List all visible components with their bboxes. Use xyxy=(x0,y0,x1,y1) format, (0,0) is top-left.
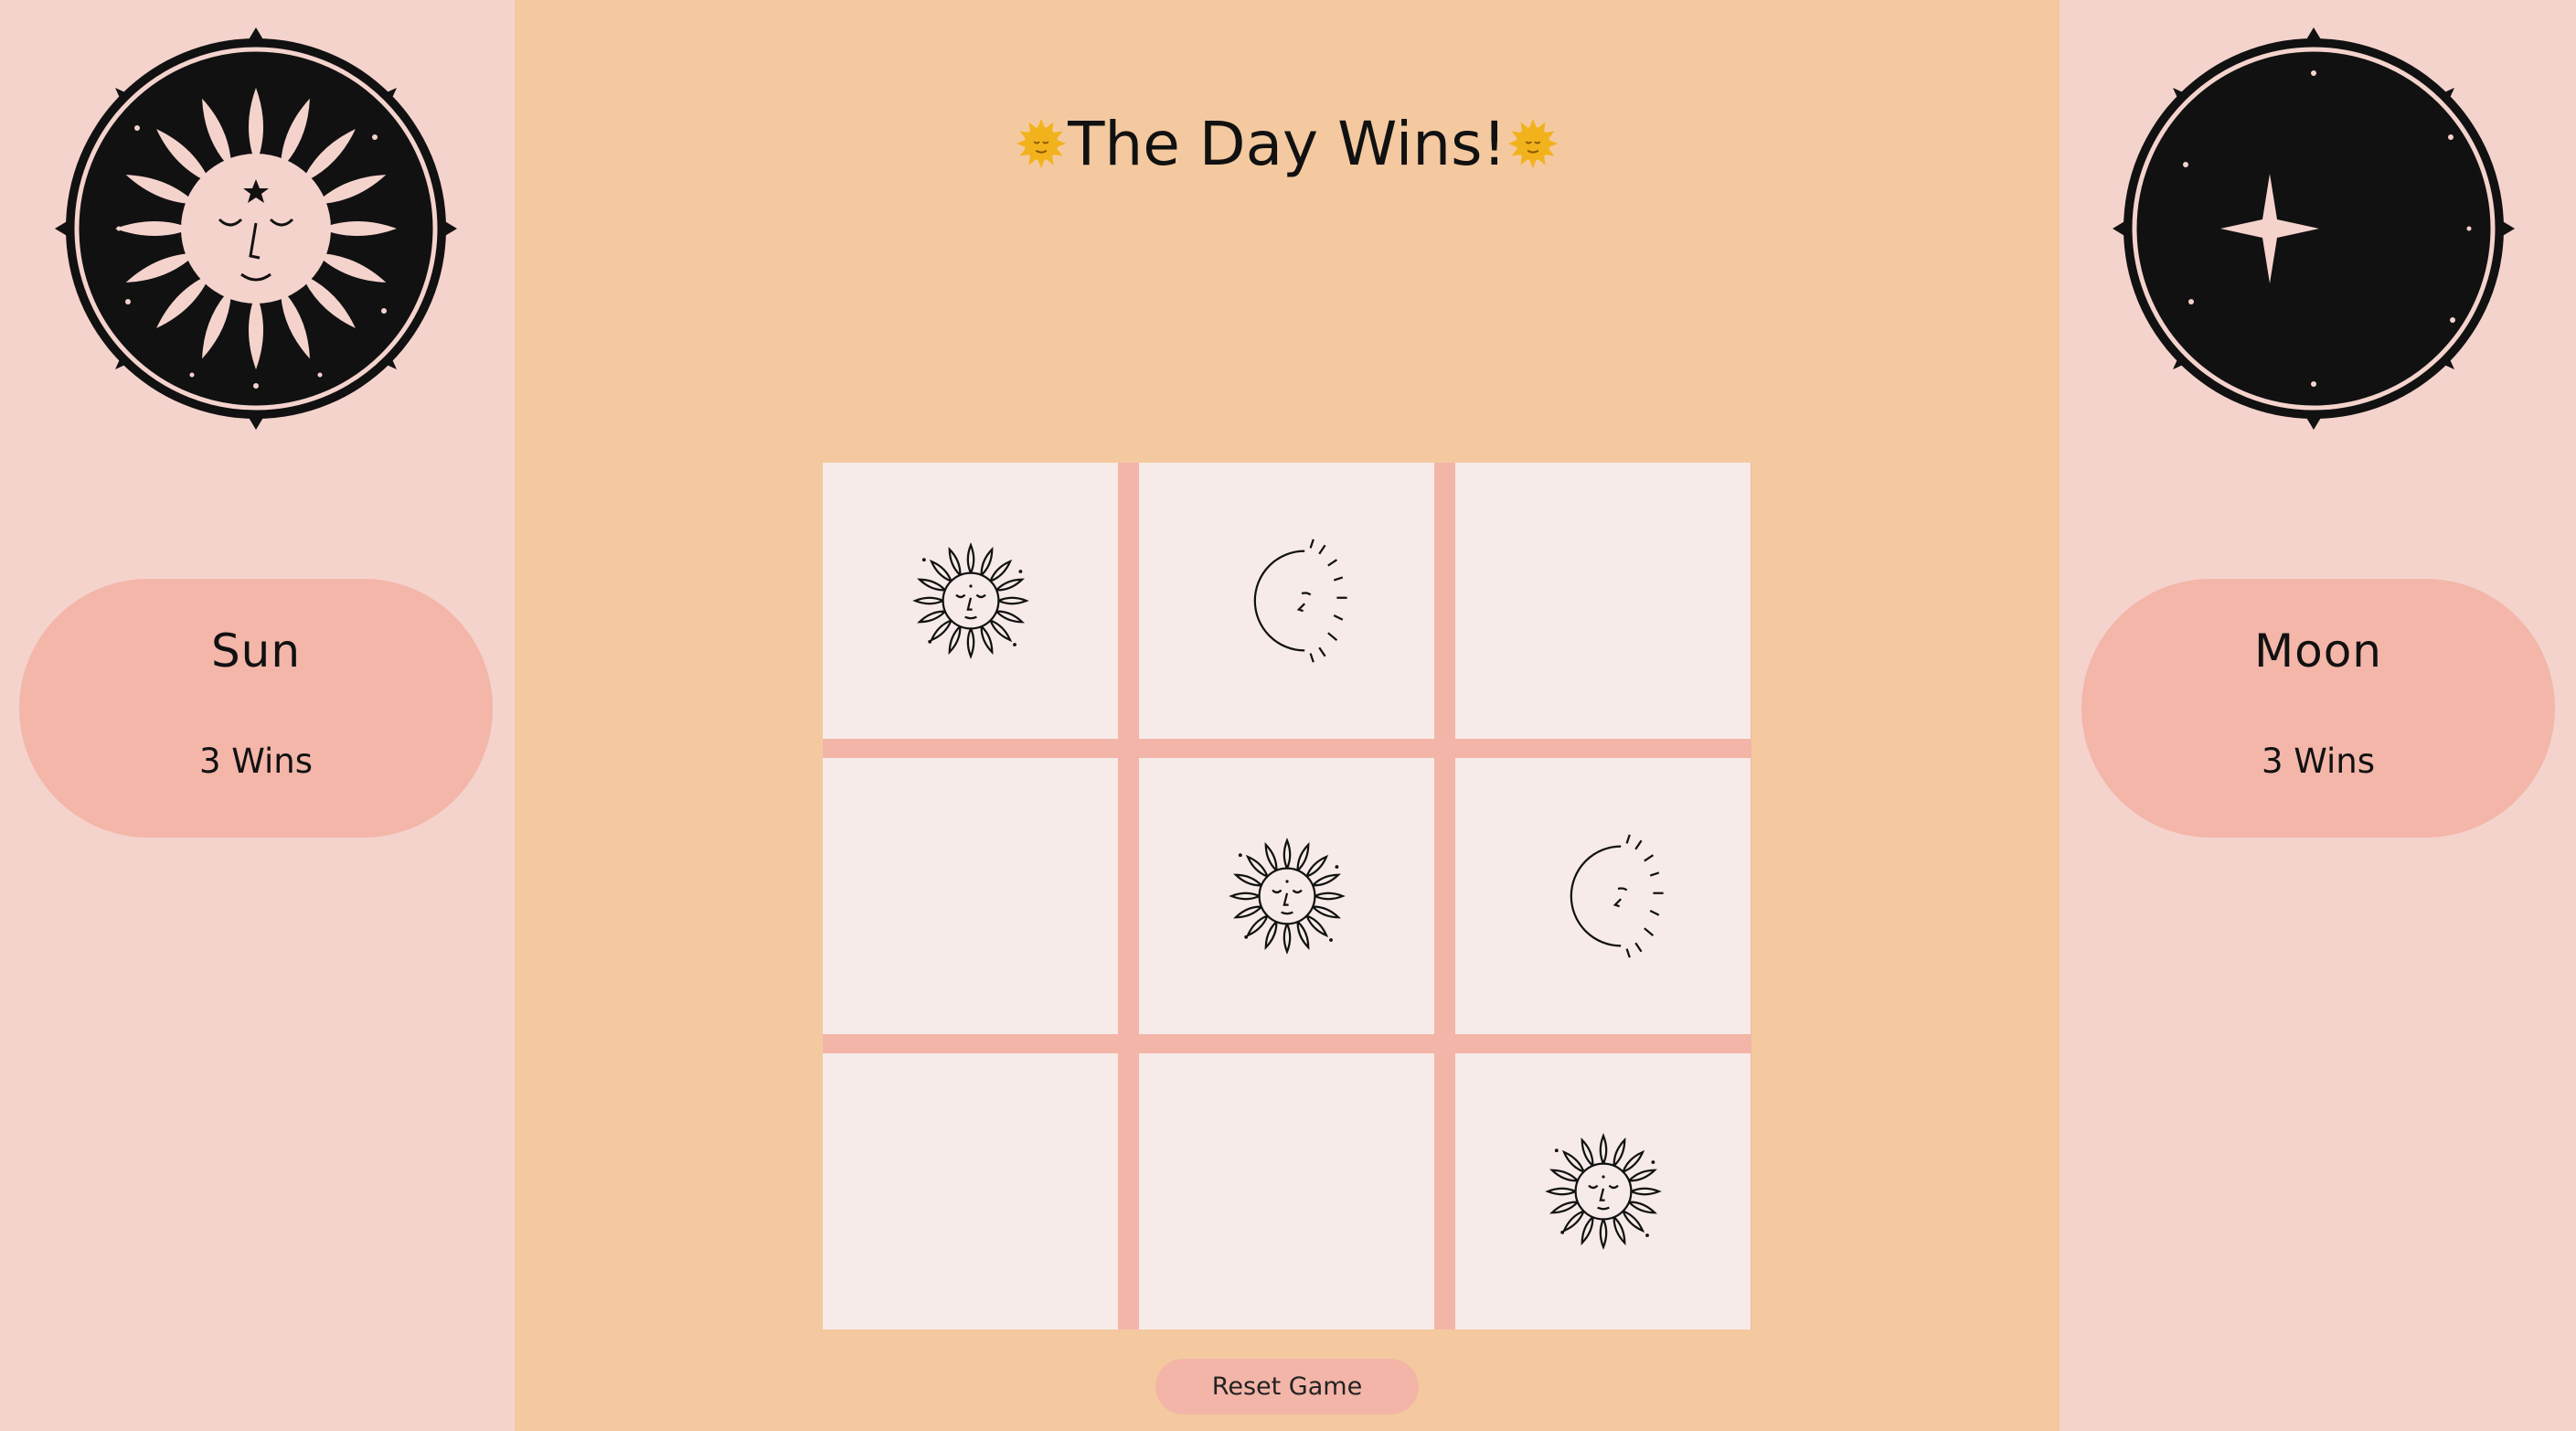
sun-mark-icon xyxy=(1214,823,1360,969)
board-cell[interactable] xyxy=(1455,463,1751,739)
moon-mark-icon xyxy=(1530,823,1677,969)
board-cell[interactable] xyxy=(823,758,1118,1034)
sun-mark-icon xyxy=(898,528,1044,674)
game-area: The Day Wins! Reset Game xyxy=(515,0,2060,1431)
reset-game-button[interactable]: Reset Game xyxy=(1155,1359,1419,1415)
moon-emblem-icon xyxy=(2113,27,2515,430)
sun-score-card: Sun 3 Wins xyxy=(19,579,493,838)
moon-mark-icon xyxy=(1214,528,1360,674)
moon-score-card: Moon 3 Wins xyxy=(2081,579,2555,838)
sun-emblem-icon xyxy=(55,27,457,430)
game-status: The Day Wins! xyxy=(515,108,2060,181)
sun-win-count: 3 Wins xyxy=(198,742,314,781)
board-cell[interactable] xyxy=(1139,1053,1434,1330)
board-cell[interactable] xyxy=(1139,463,1434,739)
sun-mark-icon xyxy=(1530,1118,1677,1265)
sun-player-panel: Sun 3 Wins xyxy=(0,0,515,1431)
sun-player-name: Sun xyxy=(210,625,302,678)
board-cell[interactable] xyxy=(1139,758,1434,1034)
board-cell[interactable] xyxy=(823,1053,1118,1330)
moon-player-panel: Moon 3 Wins xyxy=(2061,0,2576,1431)
sun-face-emoji-icon xyxy=(1507,118,1558,169)
status-text: The Day Wins! xyxy=(1068,109,1506,179)
board-cell[interactable] xyxy=(1455,1053,1751,1330)
board-cell[interactable] xyxy=(823,463,1118,739)
sun-face-emoji-icon xyxy=(1016,118,1067,169)
game-board xyxy=(823,463,1751,1330)
moon-player-name: Moon xyxy=(2253,625,2382,678)
board-cell[interactable] xyxy=(1455,758,1751,1034)
moon-win-count: 3 Wins xyxy=(2261,742,2376,781)
